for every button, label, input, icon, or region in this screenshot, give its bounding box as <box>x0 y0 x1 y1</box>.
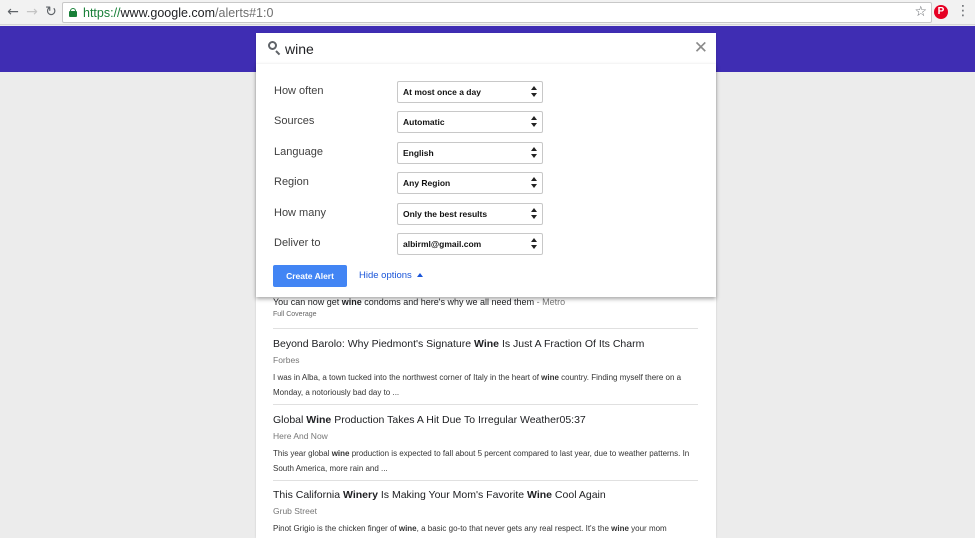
back-button[interactable]: ← <box>5 4 21 20</box>
article-item: Beyond Barolo: Why Piedmont's Signature … <box>273 338 698 400</box>
option-sources: Sources Automatic <box>256 111 716 133</box>
option-label: Sources <box>274 115 315 127</box>
select-arrows-icon <box>531 116 538 129</box>
article-title[interactable]: Beyond Barolo: Why Piedmont's Signature … <box>273 338 698 351</box>
star-icon[interactable]: ☆ <box>914 4 927 20</box>
article-title[interactable]: This California Winery Is Making Your Mo… <box>273 489 698 502</box>
reload-icon: ↻ <box>45 4 57 20</box>
article-source: Here And Now <box>273 431 328 441</box>
arrow-back-icon: ← <box>7 4 19 20</box>
deliver-to-select[interactable]: albirml@gmail.com <box>397 233 543 255</box>
option-label: How many <box>274 207 326 219</box>
select-arrows-icon <box>531 238 538 251</box>
option-how-many: How many Only the best results <box>256 203 716 225</box>
arrow-forward-icon: → <box>26 4 38 20</box>
select-value: At most once a day <box>403 87 481 97</box>
language-select[interactable]: English <box>397 142 543 164</box>
select-value: Only the best results <box>403 209 488 219</box>
close-icon[interactable]: ✕ <box>694 38 708 58</box>
sources-select[interactable]: Automatic <box>397 111 543 133</box>
article-snippet: I was in Alba, a town tucked into the no… <box>273 373 682 397</box>
select-value: Any Region <box>403 178 451 188</box>
option-label: Region <box>274 176 309 188</box>
top-snippet[interactable]: You can now get wine condoms and here's … <box>273 297 565 307</box>
option-language: Language English <box>256 142 716 164</box>
select-arrows-icon <box>531 208 538 221</box>
create-alert-button[interactable]: Create Alert <box>273 265 347 287</box>
select-value: English <box>403 148 434 158</box>
select-value: albirml@gmail.com <box>403 239 482 249</box>
option-deliver-to: Deliver to albirml@gmail.com <box>256 233 716 255</box>
hide-options-link[interactable]: Hide options <box>359 270 423 281</box>
how-many-select[interactable]: Only the best results <box>397 203 543 225</box>
divider <box>273 328 698 329</box>
region-select[interactable]: Any Region <box>397 172 543 194</box>
search-icon <box>268 41 282 56</box>
caret-up-icon <box>416 273 423 277</box>
option-label: How often <box>274 85 324 97</box>
alert-search-box[interactable]: wine ✕ <box>256 33 716 64</box>
url-text: https://www.google.com/alerts#1:0 <box>83 6 274 20</box>
select-arrows-icon <box>531 147 538 160</box>
browser-toolbar: ← → ↻ https://www.google.com/alerts#1:0 … <box>0 0 975 25</box>
alert-options-panel: How often At most once a day Sources Aut… <box>256 64 716 297</box>
lock-icon <box>69 8 77 17</box>
reload-button[interactable]: ↻ <box>43 4 59 20</box>
article-title[interactable]: Global Wine Production Takes A Hit Due T… <box>273 414 698 427</box>
forward-button[interactable]: → <box>24 4 40 20</box>
select-arrows-icon <box>531 177 538 190</box>
option-region: Region Any Region <box>256 172 716 194</box>
select-arrows-icon <box>531 86 538 99</box>
vertical-dots-icon[interactable]: ⋮ <box>956 3 970 19</box>
divider <box>273 480 698 481</box>
article-source: Forbes <box>273 355 300 365</box>
option-label: Language <box>274 146 323 158</box>
divider <box>273 404 698 405</box>
option-label: Deliver to <box>274 237 321 249</box>
how-often-select[interactable]: At most once a day <box>397 81 543 103</box>
article-item: Global Wine Production Takes A Hit Due T… <box>273 414 698 476</box>
search-input[interactable]: wine <box>285 41 314 57</box>
article-item: This California Winery Is Making Your Mo… <box>273 489 698 536</box>
article-snippet: Pinot Grigio is the chicken finger of wi… <box>273 524 667 533</box>
article-source: Grub Street <box>273 506 317 516</box>
full-coverage-link[interactable]: Full Coverage <box>273 311 317 318</box>
address-bar[interactable]: https://www.google.com/alerts#1:0 ☆ <box>62 2 932 23</box>
article-snippet: This year global wine production is expe… <box>273 449 690 473</box>
hide-options-label: Hide options <box>359 270 412 281</box>
select-value: Automatic <box>403 117 445 127</box>
option-how-often: How often At most once a day <box>256 81 716 103</box>
pinterest-icon[interactable]: P <box>934 5 948 19</box>
